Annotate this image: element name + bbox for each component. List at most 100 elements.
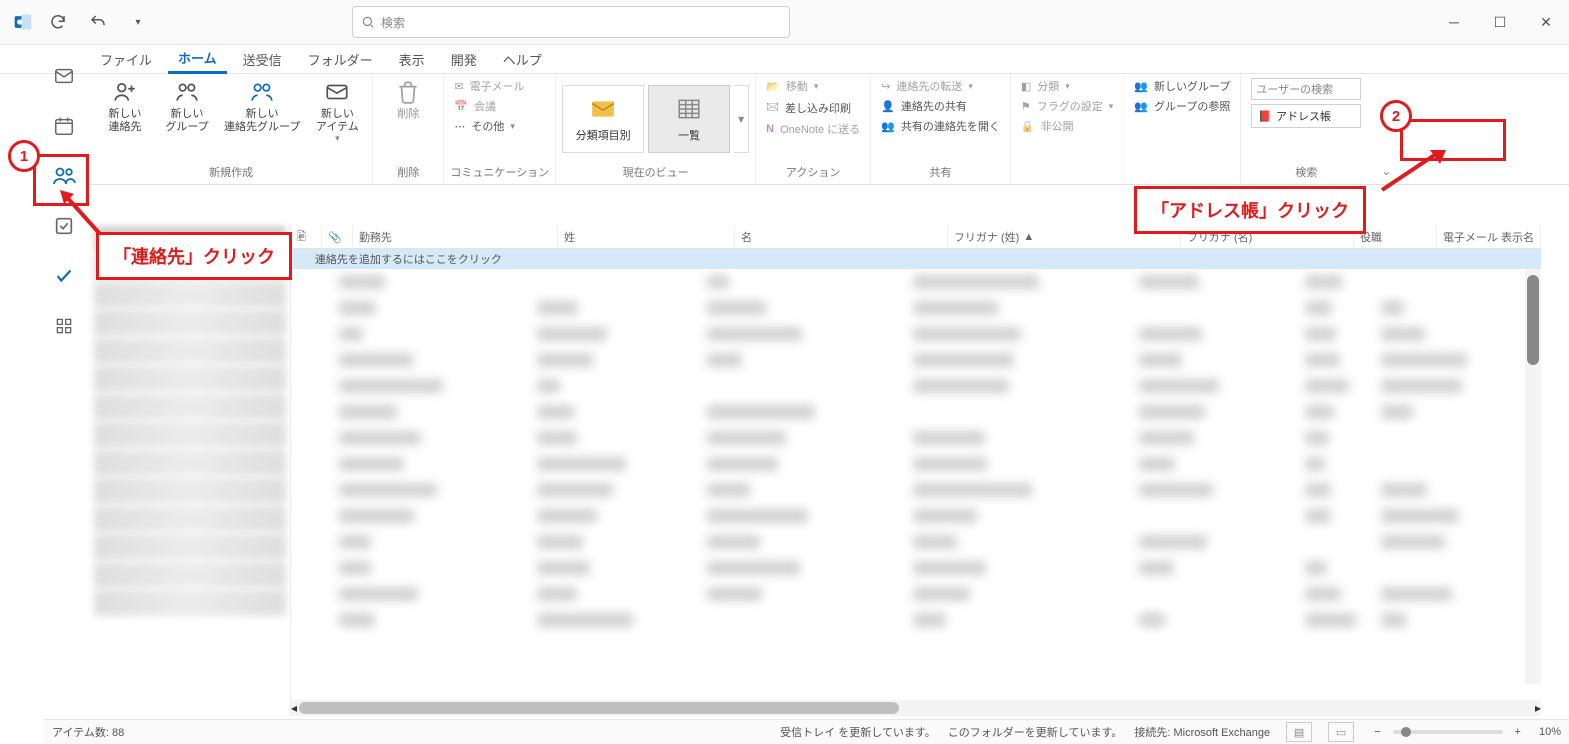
browse-groups-button[interactable]: 👥 グループの参照 <box>1134 98 1230 114</box>
nav-folder-item[interactable] <box>94 478 286 504</box>
categorize-button[interactable]: ◧ 分類 ▾ <box>1021 78 1113 94</box>
mail-nav-icon[interactable] <box>48 60 80 92</box>
col-email-display[interactable]: 電子メール 表示名 <box>1437 226 1541 248</box>
meeting-button[interactable]: 📅 会議 <box>454 98 524 114</box>
sync-icon[interactable] <box>42 7 74 37</box>
nav-folder-item[interactable] <box>94 310 286 336</box>
nav-folder-item[interactable] <box>94 590 286 616</box>
private-button[interactable]: 🔒 非公開 <box>1021 118 1113 134</box>
sort-asc-icon: ▲ <box>1023 231 1034 243</box>
col-company[interactable]: 勤務先 <box>353 226 558 248</box>
flag-label: フラグの設定 <box>1037 98 1103 114</box>
contact-row[interactable] <box>291 529 1541 555</box>
contact-row[interactable] <box>291 321 1541 347</box>
view-list-label: 一覧 <box>678 127 700 143</box>
contact-row[interactable] <box>291 477 1541 503</box>
group-current-view-label: 現在のビュー <box>562 162 749 184</box>
nav-folder-item[interactable] <box>94 534 286 560</box>
flag-button[interactable]: ⚑ フラグの設定 ▾ <box>1021 98 1113 114</box>
people-nav-icon[interactable] <box>48 160 80 192</box>
new-items-button[interactable]: 新しい アイテム ▾ <box>308 76 366 146</box>
contact-row[interactable] <box>291 503 1541 529</box>
tab-view[interactable]: 表示 <box>389 46 435 73</box>
todo-nav-icon[interactable] <box>48 260 80 292</box>
tab-home[interactable]: ホーム <box>168 44 227 74</box>
nav-folder-item[interactable] <box>94 450 286 476</box>
categorize-label: 分類 <box>1037 78 1059 94</box>
undo-icon[interactable] <box>82 7 114 37</box>
tab-help[interactable]: ヘルプ <box>493 46 552 73</box>
contact-row[interactable] <box>291 399 1541 425</box>
group-current-view: 分類項目別 一覧 ▾ 現在のビュー <box>556 74 756 184</box>
new-contact-button[interactable]: 新しい 連絡先 <box>96 76 154 135</box>
nav-folder-item[interactable] <box>94 394 286 420</box>
delete-button[interactable]: 削除 <box>379 76 437 123</box>
view-gallery-dropdown[interactable]: ▾ <box>734 85 749 153</box>
tab-sendreceive[interactable]: 送受信 <box>233 46 292 73</box>
mailmerge-label: 差し込み印刷 <box>785 100 851 116</box>
close-button[interactable]: ✕ <box>1523 7 1569 37</box>
nav-folder-item[interactable] <box>94 366 286 392</box>
email-button[interactable]: ✉ 電子メール <box>454 78 524 94</box>
search-user-field[interactable]: ユーザーの検索 <box>1251 78 1361 100</box>
nav-folder-item[interactable] <box>94 506 286 532</box>
contact-row[interactable] <box>291 295 1541 321</box>
list-icon <box>671 95 707 123</box>
nav-folder-item[interactable] <box>94 282 286 308</box>
new-contact-group-button[interactable]: 新しい 連絡先グループ <box>220 76 304 135</box>
minimize-button[interactable]: ─ <box>1431 7 1477 37</box>
forward-contact-button[interactable]: ↪ 連絡先の転送 ▾ <box>881 78 1000 94</box>
contact-row[interactable] <box>291 373 1541 399</box>
search-box[interactable]: 検索 <box>352 6 790 38</box>
contact-row[interactable] <box>291 555 1541 581</box>
new-group-button[interactable]: 新しい グループ <box>158 76 216 135</box>
qat-customize-icon[interactable]: ▾ <box>122 7 154 37</box>
category-icon: ◧ <box>1021 80 1031 93</box>
calendar-nav-icon[interactable] <box>48 110 80 142</box>
contact-row[interactable] <box>291 607 1541 633</box>
reading-view-button[interactable]: ▭ <box>1328 722 1354 742</box>
contact-row[interactable] <box>291 451 1541 477</box>
col-firstname[interactable]: 名 <box>735 226 948 248</box>
maximize-button[interactable]: ☐ <box>1477 7 1523 37</box>
private-label: 非公開 <box>1041 118 1074 134</box>
open-shared-button[interactable]: 👥 共有の連絡先を開く <box>881 118 1000 134</box>
contact-row[interactable] <box>291 347 1541 373</box>
item-count: アイテム数: 88 <box>52 724 124 740</box>
onenote-button[interactable]: N OneNote に送る <box>766 121 860 137</box>
col-attachment[interactable]: 📎 <box>322 226 353 248</box>
tab-file[interactable]: ファイル <box>90 46 162 73</box>
normal-view-button[interactable]: ▤ <box>1286 722 1312 742</box>
annotation-label-1: 「連絡先」クリック <box>96 232 292 280</box>
address-book-button[interactable]: 📕 アドレス帳 <box>1251 104 1361 128</box>
tab-developer[interactable]: 開発 <box>441 46 487 73</box>
vertical-scrollbar[interactable] <box>1525 269 1541 684</box>
col-lastname[interactable]: 姓 <box>558 226 735 248</box>
contact-row[interactable] <box>291 269 1541 295</box>
click-to-add-row[interactable]: 連絡先を追加するにはここをクリック <box>291 249 1541 269</box>
folder-nav-pane[interactable]: ‹ <box>90 226 291 716</box>
lock-icon: 🔒 <box>1021 120 1035 133</box>
nav-folder-item[interactable] <box>94 562 286 588</box>
horizontal-scrollbar[interactable]: ◂ ▸ <box>291 700 1541 716</box>
view-list-button[interactable]: 一覧 <box>648 85 730 153</box>
nav-folder-item[interactable] <box>94 338 286 364</box>
other-button[interactable]: ⋯ その他 ▾ <box>454 118 524 134</box>
tab-folder[interactable]: フォルダー <box>298 46 383 73</box>
address-book-label: アドレス帳 <box>1276 108 1331 124</box>
new-contact-icon <box>111 78 139 106</box>
share-contacts-button[interactable]: 👤 連絡先の共有 <box>881 98 1000 114</box>
col-icon[interactable]: 🗎 <box>291 226 322 248</box>
onenote-icon: N <box>766 123 774 135</box>
contact-list-pane: 🗎 📎 勤務先 姓 名 フリガナ (姓) ▲ フリガナ (名) 役職 電子メール… <box>291 226 1541 716</box>
move-button[interactable]: 📂 移動 ▾ <box>766 78 860 94</box>
view-by-category-button[interactable]: 分類項目別 <box>562 85 644 153</box>
contact-row[interactable] <box>291 425 1541 451</box>
zoom-slider[interactable] <box>1393 730 1503 734</box>
col-title[interactable]: 役職 <box>1354 226 1437 248</box>
more-apps-nav-icon[interactable] <box>48 310 80 342</box>
new-o365-group-button[interactable]: 👥 新しいグループ <box>1134 78 1230 94</box>
contact-row[interactable] <box>291 581 1541 607</box>
nav-folder-item[interactable] <box>94 422 286 448</box>
mailmerge-button[interactable]: 🖂 差し込み印刷 <box>766 98 860 117</box>
